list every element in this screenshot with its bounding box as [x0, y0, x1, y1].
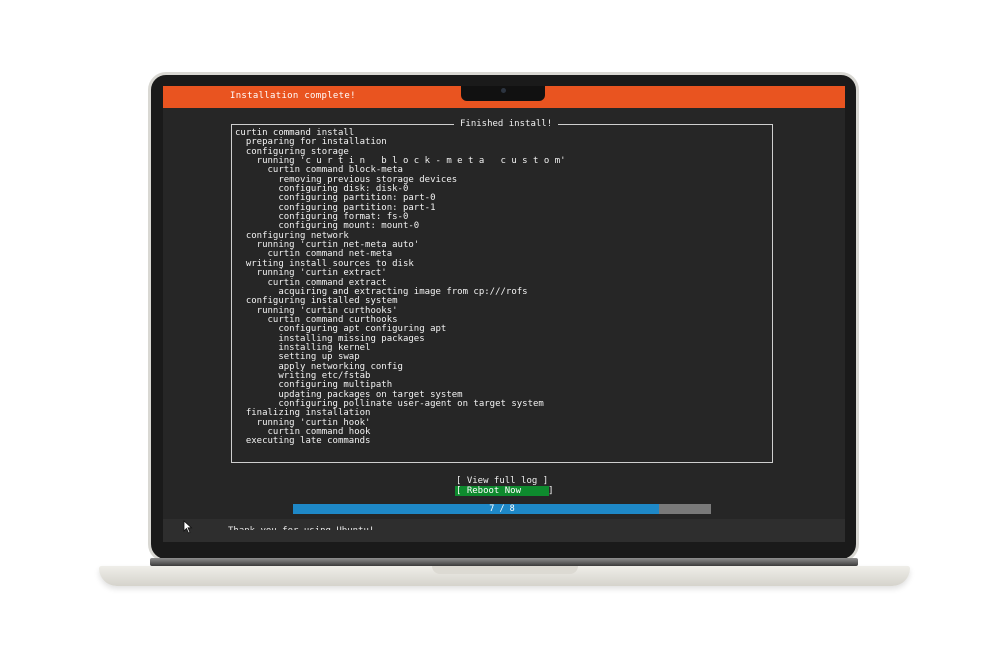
- laptop-hinge: [150, 558, 858, 566]
- reboot-now-button[interactable]: [ Reboot Now ]: [455, 486, 554, 496]
- camera-icon: [501, 88, 506, 93]
- view-full-log-button[interactable]: [ View full log ]: [456, 476, 548, 486]
- footer-strip: [163, 519, 845, 542]
- installer-title: Installation complete!: [230, 91, 356, 101]
- mouse-pointer-icon: [183, 520, 193, 534]
- install-log: curtin command install preparing for ins…: [235, 128, 566, 447]
- laptop-opening-groove: [432, 566, 578, 574]
- log-line: executing late commands: [235, 436, 371, 447]
- laptop-mockup: Installation complete! Finished install!…: [0, 0, 1000, 666]
- progress-label: 7 / 8: [489, 504, 515, 514]
- installer-screen: Installation complete! Finished install!…: [163, 86, 845, 542]
- install-progress-bar: 7 / 8: [293, 504, 711, 514]
- install-log-panel[interactable]: Finished install! curtin command install…: [231, 119, 773, 463]
